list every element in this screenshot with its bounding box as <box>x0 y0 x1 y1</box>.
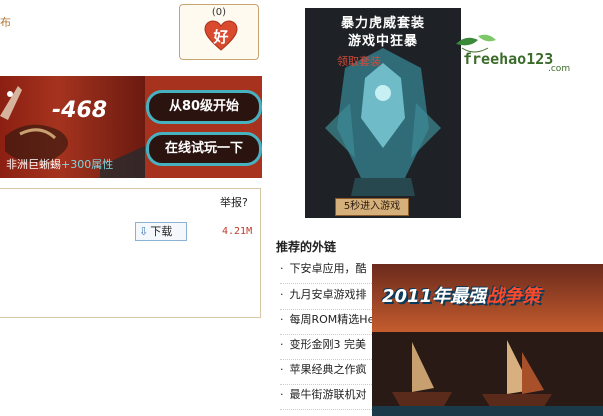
ad2-title-b: 战争策 <box>486 286 541 307</box>
report-link[interactable]: 举报? <box>220 194 248 210</box>
link-text[interactable]: 每周ROM精选Her <box>290 313 379 326</box>
banner-caption: 非洲巨蜥蜴+300属性 <box>6 156 113 172</box>
bullet-icon: · <box>280 313 284 326</box>
site-logo-text[interactable]: freehao123 <box>463 50 553 68</box>
warships-art-icon <box>372 332 603 416</box>
link-text[interactable]: 苹果经典之作疯 <box>290 363 367 376</box>
header-cut-text: 布 <box>0 16 11 29</box>
like-label: 好 <box>213 28 229 46</box>
file-size: 4.21M <box>222 226 253 237</box>
caption-name: 非洲巨蜥蜴 <box>6 158 61 171</box>
bullet-icon: · <box>280 363 284 376</box>
ad1-title-line1: 暴力虎威套装 <box>340 16 425 31</box>
recommended-links-title: 推荐的外链 <box>276 240 337 254</box>
download-arrow-icon: ⇩ <box>139 225 149 238</box>
damage-number: -468 <box>52 98 108 123</box>
link-text[interactable]: 变形金刚3 完美 <box>290 338 367 351</box>
bullet-icon: · <box>280 338 284 351</box>
link-text[interactable]: 九月安卓游戏排 <box>290 288 367 301</box>
game-banner-ad[interactable]: -468 非洲巨蜥蜴+300属性 从80级开始 在线试玩一下 <box>0 76 262 178</box>
bullet-icon: · <box>280 262 284 275</box>
download-button[interactable]: ⇩ 下载 <box>135 222 187 241</box>
like-count: (0) <box>211 7 227 18</box>
start-level-button[interactable]: 从80级开始 <box>146 90 262 124</box>
link-text[interactable]: 最牛街游联机对 <box>290 388 367 401</box>
bullet-icon: · <box>280 388 284 401</box>
war-strategy-ad[interactable]: 2011年最强战争策 <box>372 264 603 416</box>
ad2-title-a: 2011年最强 <box>382 286 487 307</box>
site-logo-suffix: .com <box>548 64 571 74</box>
caption-extra: +300属性 <box>61 158 114 171</box>
link-text[interactable]: 下安卓应用，酷 <box>290 262 367 275</box>
ad1-subtitle: 领取套装 <box>337 55 381 68</box>
game-ad-armor[interactable]: 暴力虎威套装 游戏中狂暴 领取套装 5秒进入游戏 <box>305 8 461 218</box>
play-online-button[interactable]: 在线试玩一下 <box>146 132 262 166</box>
like-widget[interactable]: (0) 好 <box>179 4 259 60</box>
bullet-icon: · <box>280 288 284 301</box>
download-label: 下载 <box>150 225 173 238</box>
ad1-title-line2: 游戏中狂暴 <box>347 34 418 49</box>
enter-game-button[interactable]: 5秒进入游戏 <box>335 198 409 216</box>
ad2-title: 2011年最强战争策 <box>382 282 540 308</box>
